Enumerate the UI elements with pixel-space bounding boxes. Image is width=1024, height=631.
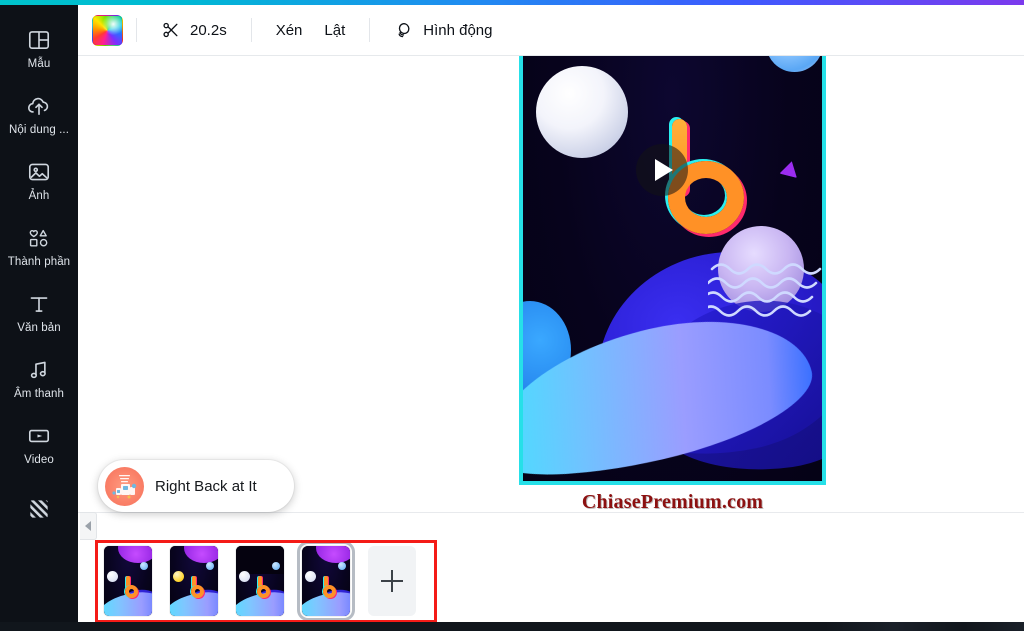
timeline-clip-3[interactable] [236,546,284,616]
sidebar-item-templates[interactable]: Mẫu [0,16,78,82]
animate-button[interactable]: Hình động [383,13,503,47]
sidebar-item-video[interactable]: Video [0,412,78,478]
photo-icon [26,159,52,185]
chevron-left-icon [85,521,91,531]
timeline-panel [78,512,1024,621]
sidebar-label-uploads: Nội dung ... [8,124,69,136]
sidebar-item-uploads[interactable]: Nội dung ... [0,82,78,148]
timeline-clip-1[interactable] [104,546,152,616]
add-page-button[interactable] [368,546,416,616]
toolbar-divider-2 [250,18,252,42]
play-icon [655,159,673,181]
audio-note-icon [26,357,52,383]
background-pattern-icon [26,496,52,522]
plus-icon [381,570,403,592]
scissors-icon [161,20,181,40]
artwork-blue-sphere [766,56,822,72]
sidebar-label-photos: Ảnh [28,190,50,202]
artwork-purple-triangle [779,159,801,178]
top-accent-bar [0,0,1024,5]
os-taskbar [0,622,1024,631]
canvas-selection-frame[interactable] [519,56,826,485]
toolbar-divider-3 [369,18,371,42]
flip-button[interactable]: Lật [313,13,356,47]
crop-label: Xén [275,21,303,39]
timeline-clip-2[interactable] [170,546,218,616]
sidebar-item-background[interactable] [0,478,78,544]
sidebar-item-photos[interactable]: Ảnh [0,148,78,214]
audio-track-title: Right Back at It [155,477,257,495]
audio-album-thumb [105,466,144,506]
clip-thumbnail [236,546,284,616]
sidebar-label-templates: Mẫu [27,58,51,70]
crop-button[interactable]: Xén [265,13,314,47]
sidebar-label-audio: Âm thanh [13,388,65,400]
split-duration-button[interactable]: 20.2s [150,13,238,47]
play-button[interactable] [636,144,688,196]
left-sidebar: Mẫu Nội dung ... Ảnh Thành phần Văn bản … [0,0,78,631]
upload-cloud-icon [26,93,52,119]
rainbow-color-swatch[interactable] [92,14,123,46]
artwork-squiggle-lines [708,253,822,333]
duration-label: 20.2s [190,21,227,39]
template-icon [26,27,52,53]
animate-label: Hình động [423,21,493,39]
panel-collapse-handle[interactable] [80,512,97,540]
elements-icon [26,225,52,251]
design-canvas[interactable]: ChiasePremium.com [519,56,826,512]
sidebar-item-elements[interactable]: Thành phần [0,214,78,280]
sidebar-label-video: Video [24,454,54,466]
video-icon [26,423,52,449]
sidebar-label-text: Văn bản [17,322,61,334]
clip-thumbnail [302,546,350,616]
editor-toolbar: 20.2s Xén Lật Hình động [78,5,1024,56]
timeline-clip-4[interactable] [297,541,355,621]
canvas-artwork [523,56,822,481]
text-icon [26,291,52,317]
toolbar-divider-1 [136,18,137,42]
clip-thumbnail [104,546,152,616]
sidebar-item-audio[interactable]: Âm thanh [0,346,78,412]
sidebar-label-elements: Thành phần [7,256,71,268]
timeline-clip-strip [94,541,416,621]
audio-track-chip[interactable]: Right Back at It [98,460,294,512]
watermark-text: ChiasePremium.com [581,491,764,512]
animation-icon [394,20,414,40]
artwork-white-sphere [536,66,628,158]
canva-video-editor: Mẫu Nội dung ... Ảnh Thành phần Văn bản … [0,0,1024,631]
clip-thumbnail [170,546,218,616]
flip-label: Lật [324,21,346,39]
sidebar-item-text[interactable]: Văn bản [0,280,78,346]
editor-stage: ChiasePremium.com [78,56,1024,512]
taskbar-tray [824,622,1024,631]
